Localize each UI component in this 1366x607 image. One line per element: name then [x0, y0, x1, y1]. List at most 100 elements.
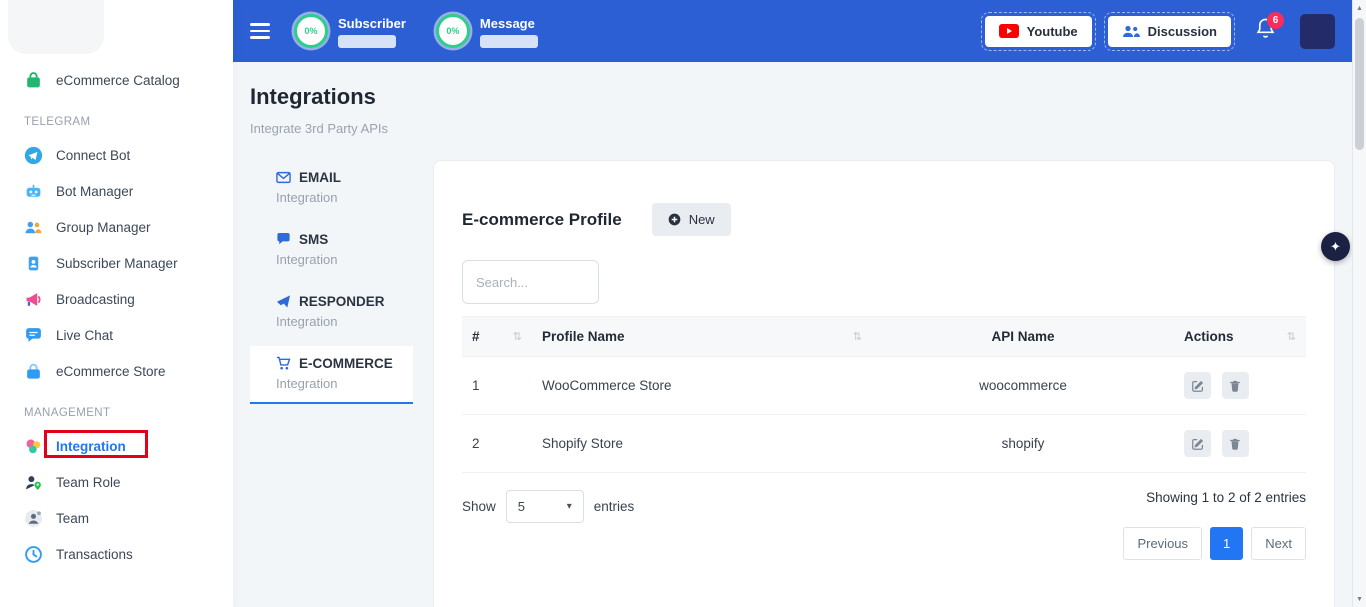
tab-subtitle: Integration: [276, 190, 405, 205]
tab-title: E-COMMERCE: [299, 356, 393, 371]
subscriber-stat: 0% Subscriber: [294, 14, 406, 48]
row-number: 1: [462, 357, 532, 415]
telegram-icon: [24, 146, 43, 165]
new-button-label: New: [689, 212, 715, 227]
new-profile-button[interactable]: New: [652, 203, 731, 236]
integration-icon: [24, 437, 43, 456]
sidebar-item-transactions[interactable]: Transactions: [0, 536, 233, 572]
table-row: 2 Shopify Store shopify: [462, 415, 1306, 473]
notifications-button[interactable]: 6: [1255, 17, 1276, 45]
api-name-cell: shopify: [872, 415, 1174, 473]
menu-toggle-icon[interactable]: [250, 23, 270, 38]
sidebar-item-label: eCommerce Catalog: [56, 73, 180, 88]
tab-title: EMAIL: [299, 170, 341, 185]
entries-label: entries: [594, 499, 635, 514]
tab-subtitle: Integration: [276, 252, 405, 267]
subscriber-progress-ring: 0%: [294, 14, 328, 48]
envelope-icon: [276, 170, 291, 185]
bag-green-icon: [24, 71, 43, 90]
page-1-button[interactable]: 1: [1210, 527, 1243, 560]
page-scrollbar[interactable]: ▲ ▼: [1352, 0, 1366, 607]
message-progress-ring: 0%: [436, 14, 470, 48]
tab-responder-integration[interactable]: RESPONDER Integration: [250, 284, 413, 340]
edit-icon: [1191, 379, 1205, 393]
sidebar-item-label: Subscriber Manager: [56, 256, 178, 271]
column-header-num[interactable]: #⇅: [462, 317, 532, 357]
tab-subtitle: Integration: [276, 314, 405, 329]
sidebar-item-bot-manager[interactable]: Bot Manager: [0, 173, 233, 209]
tab-ecommerce-integration[interactable]: E-COMMERCE Integration: [250, 346, 413, 404]
topbar: 0% Subscriber 0% Message Youtube Discuss…: [233, 0, 1352, 62]
redacted-value: [480, 35, 538, 48]
table-row: 1 WooCommerce Store woocommerce: [462, 357, 1306, 415]
sidebar-item-team[interactable]: Team: [0, 500, 233, 536]
sidebar-item-broadcasting[interactable]: Broadcasting: [0, 281, 233, 317]
scroll-down-arrow[interactable]: ▼: [1353, 592, 1366, 606]
send-icon: [276, 294, 291, 309]
sidebar-item-integration[interactable]: Integration: [0, 428, 233, 464]
entries-select[interactable]: 5 ▾: [506, 490, 584, 523]
row-number: 2: [462, 415, 532, 473]
api-name-cell: woocommerce: [872, 357, 1174, 415]
sidebar-item-label: Bot Manager: [56, 184, 133, 199]
edit-button[interactable]: [1184, 372, 1211, 399]
redacted-value: [338, 35, 396, 48]
sidebar-item-group-manager[interactable]: Group Manager: [0, 209, 233, 245]
search-input[interactable]: [462, 260, 599, 304]
sidebar: eCommerce Catalog TELEGRAM Connect Bot B…: [0, 0, 233, 607]
sort-icon[interactable]: ⇅: [1287, 330, 1296, 343]
trash-icon: [1228, 379, 1242, 393]
team-icon: [24, 509, 43, 528]
sort-icon[interactable]: ⇅: [513, 330, 522, 343]
sidebar-item-live-chat[interactable]: Live Chat: [0, 317, 233, 353]
tab-sms-integration[interactable]: SMS Integration: [250, 222, 413, 278]
chevron-down-icon: ▾: [567, 501, 572, 512]
column-header-api-name[interactable]: API Name: [872, 317, 1174, 357]
youtube-button[interactable]: Youtube: [985, 16, 1092, 47]
sidebar-item-ecommerce-catalog[interactable]: eCommerce Catalog: [0, 62, 233, 98]
show-label: Show: [462, 499, 496, 514]
column-header-actions[interactable]: Actions⇅: [1174, 317, 1306, 357]
subscriber-icon: [24, 254, 43, 273]
assistant-fab[interactable]: ✦: [1321, 232, 1350, 261]
main-content: Integrations Integrate 3rd Party APIs EM…: [233, 62, 1352, 607]
delete-button[interactable]: [1222, 430, 1249, 457]
sidebar-item-team-role[interactable]: Team Role: [0, 464, 233, 500]
discussion-button[interactable]: Discussion: [1108, 16, 1231, 47]
cart-icon: [276, 356, 291, 371]
tab-subtitle: Integration: [276, 376, 405, 391]
message-stat-label: Message: [480, 16, 538, 31]
sparkle-icon: ✦: [1330, 239, 1341, 255]
edit-button[interactable]: [1184, 430, 1211, 457]
tab-title: SMS: [299, 232, 328, 247]
sidebar-item-label: Live Chat: [56, 328, 113, 343]
sidebar-item-label: Group Manager: [56, 220, 151, 235]
trash-icon: [1228, 437, 1242, 451]
delete-button[interactable]: [1222, 372, 1249, 399]
avatar[interactable]: [1300, 14, 1335, 49]
sidebar-item-subscriber-manager[interactable]: Subscriber Manager: [0, 245, 233, 281]
profile-name-cell: WooCommerce Store: [532, 357, 872, 415]
app-logo: [8, 0, 104, 54]
scrollbar-thumb[interactable]: [1355, 18, 1364, 150]
discussion-button-label: Discussion: [1148, 24, 1217, 39]
profile-name-cell: Shopify Store: [532, 415, 872, 473]
sidebar-item-ecommerce-store[interactable]: eCommerce Store: [0, 353, 233, 389]
sidebar-item-label: Broadcasting: [56, 292, 135, 307]
column-header-profile-name[interactable]: Profile Name⇅: [532, 317, 872, 357]
sort-icon[interactable]: ⇅: [853, 330, 862, 343]
scroll-up-arrow[interactable]: ▲: [1353, 1, 1366, 15]
sidebar-item-label: Integration: [56, 439, 126, 454]
discussion-icon: [1122, 24, 1140, 38]
tab-email-integration[interactable]: EMAIL Integration: [250, 160, 413, 216]
previous-page-button[interactable]: Previous: [1123, 527, 1202, 560]
page-title: Integrations: [250, 84, 1335, 110]
sidebar-item-label: Team: [56, 511, 89, 526]
robot-icon: [24, 182, 43, 201]
sidebar-item-label: eCommerce Store: [56, 364, 166, 379]
sidebar-section-management: MANAGEMENT: [0, 389, 233, 428]
entries-select-value: 5: [518, 499, 525, 514]
next-page-button[interactable]: Next: [1251, 527, 1306, 560]
sidebar-item-connect-bot[interactable]: Connect Bot: [0, 137, 233, 173]
logo-area: [0, 0, 233, 62]
